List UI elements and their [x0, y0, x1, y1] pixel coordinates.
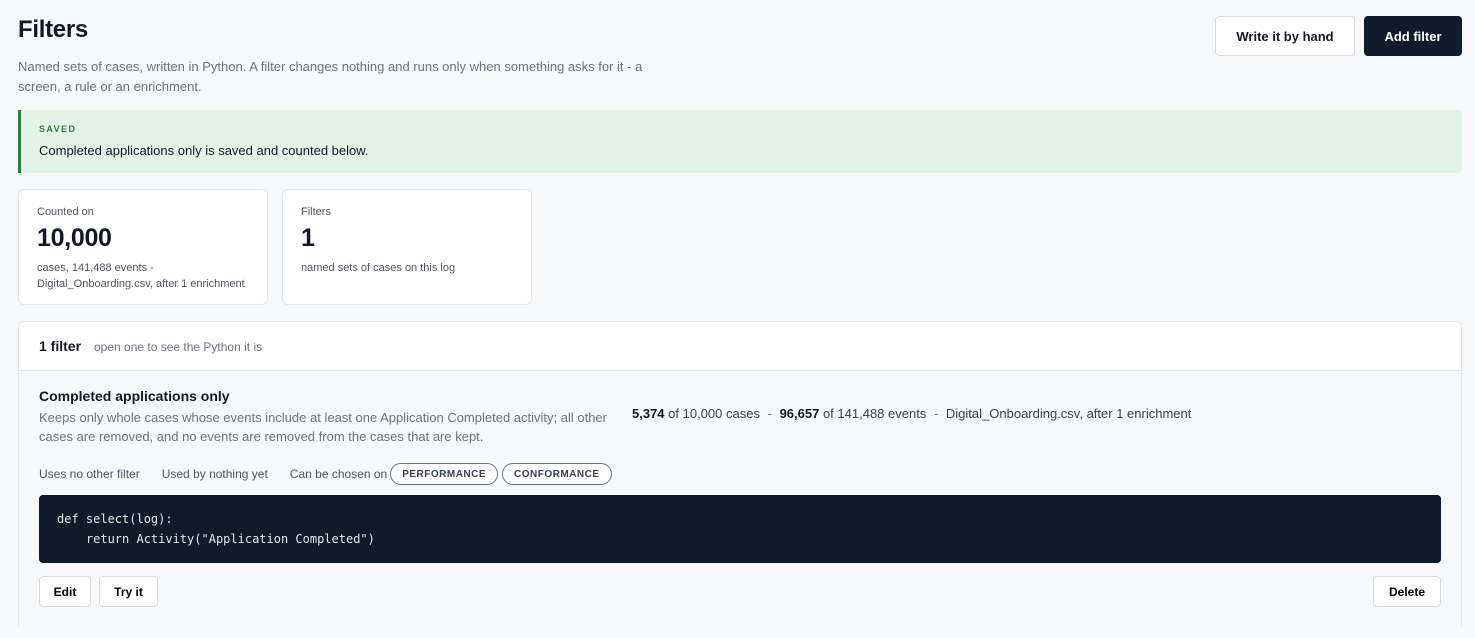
- events-of-text: of 141,488 events: [822, 406, 927, 421]
- filter-counts: 5,374 of 10,000 cases - 96,657 of 141,48…: [632, 406, 1191, 421]
- stat-card-filters: Filters 1 named sets of cases on this lo…: [282, 189, 532, 305]
- source-text: Digital_Onboarding.csv, after 1 enrichme…: [945, 406, 1192, 421]
- banner-message: Completed applications only is saved and…: [39, 143, 369, 158]
- stat-label: Filters: [301, 206, 331, 218]
- filter-name: Completed applications only: [39, 388, 230, 404]
- stat-value: 10,000: [37, 224, 112, 252]
- chip-performance: PERFORMANCE: [390, 463, 499, 485]
- banner-tag: SAVED: [39, 124, 77, 134]
- edit-button[interactable]: Edit: [39, 576, 91, 607]
- page-subtitle: Named sets of cases, written in Python. …: [18, 59, 643, 94]
- stat-card-counted-on: Counted on 10,000 cases, 141,488 events …: [18, 189, 268, 305]
- filter-meta-row: Uses no other filter Used by nothing yet…: [39, 463, 616, 485]
- uses-text: Uses no other filter: [39, 467, 140, 481]
- try-it-button[interactable]: Try it: [99, 576, 158, 607]
- add-filter-button[interactable]: Add filter: [1364, 16, 1462, 56]
- filter-list-panel: 1 filter open one to see the Python it i…: [18, 321, 1462, 627]
- stat-note: named sets of cases on this log: [301, 262, 456, 274]
- stat-value: 1: [301, 224, 315, 252]
- separator: -: [933, 406, 939, 421]
- filter-item: Completed applications only Keeps only w…: [19, 371, 1461, 627]
- cases-of-text: of 10,000 cases: [668, 406, 760, 421]
- stat-note: cases, 141,488 events - Digital_Onboardi…: [37, 262, 245, 290]
- page-title: Filters: [18, 16, 88, 43]
- page-header: Filters Named sets of cases, written in …: [18, 16, 718, 97]
- used-by-text: Used by nothing yet: [161, 467, 268, 481]
- chip-conformance: CONFORMANCE: [502, 463, 612, 485]
- filter-count: 1 filter: [39, 338, 82, 354]
- filter-list-hint: open one to see the Python it is: [94, 340, 263, 354]
- filter-list-header: 1 filter open one to see the Python it i…: [19, 322, 1461, 371]
- header-actions: Write it by hand Add filter: [1215, 16, 1462, 56]
- filter-description: Keeps only whole cases whose events incl…: [39, 410, 607, 444]
- separator: -: [767, 406, 772, 421]
- chosen-on-label: Can be chosen on: [289, 467, 388, 481]
- write-by-hand-button[interactable]: Write it by hand: [1215, 16, 1355, 56]
- python-code-block: def select(log): return Activity("Applic…: [39, 495, 1441, 563]
- cases-kept-count: 5,374: [632, 406, 665, 421]
- stat-label: Counted on: [37, 206, 94, 218]
- events-kept-count: 96,657: [779, 406, 820, 421]
- delete-button[interactable]: Delete: [1373, 576, 1441, 607]
- saved-banner: SAVED Completed applications only is sav…: [18, 110, 1462, 173]
